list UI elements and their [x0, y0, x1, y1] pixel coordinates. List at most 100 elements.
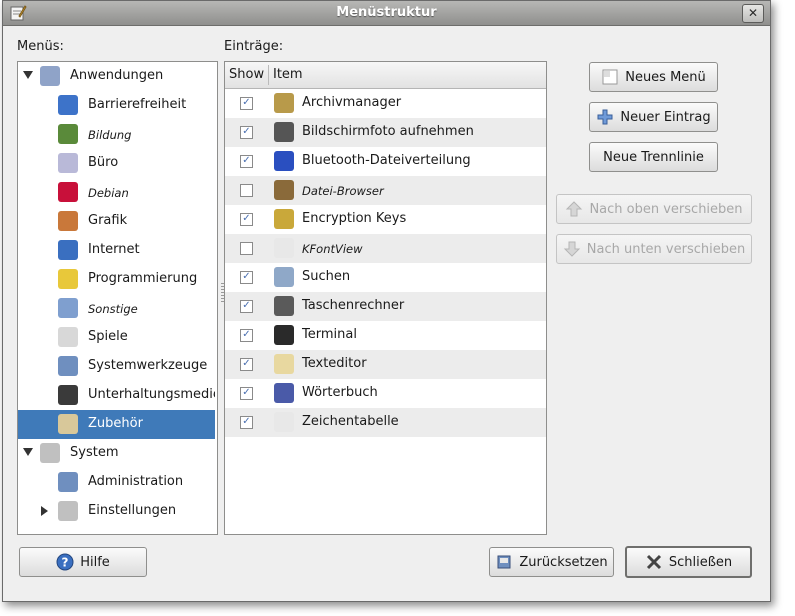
tree-item[interactable]: Internet: [18, 236, 215, 265]
expander-open-icon[interactable]: [23, 448, 33, 456]
file-browser-icon: [274, 180, 294, 200]
tree-item[interactable]: Bildung: [18, 120, 215, 149]
move-up-button[interactable]: Nach oben verschieben: [556, 194, 752, 224]
entry-row[interactable]: ✓ Terminal: [225, 321, 546, 350]
show-checkbox-checked[interactable]: ✓: [240, 300, 253, 313]
tree-item[interactable]: Anwendungen: [18, 62, 215, 91]
entry-row[interactable]: ✓ Taschenrechner: [225, 292, 546, 321]
tree-item-label: Zubehör: [88, 416, 143, 431]
tree-item-label: System: [70, 445, 119, 460]
tree-item[interactable]: Administration: [18, 468, 215, 497]
show-checkbox-unchecked[interactable]: [240, 242, 253, 255]
arrow-down-icon: [563, 240, 581, 258]
entries-label: Einträge:: [224, 39, 284, 54]
tree-item[interactable]: Zubehör: [18, 410, 215, 439]
entry-label: Taschenrechner: [302, 298, 405, 313]
entry-row[interactable]: ✓ Texteditor: [225, 350, 546, 379]
tree-item[interactable]: Barrierefreiheit: [18, 91, 215, 120]
entries-list-header: Show Item: [225, 62, 546, 89]
entry-row[interactable]: ✓ Wörterbuch: [225, 379, 546, 408]
entry-label: Wörterbuch: [302, 385, 378, 400]
tree-item[interactable]: System: [18, 439, 215, 468]
tree-item[interactable]: Spiele: [18, 323, 215, 352]
tree-item-label: Programmierung: [88, 271, 198, 286]
entry-row[interactable]: ✓ Bluetooth-Dateiverteilung: [225, 147, 546, 176]
help-button[interactable]: ? Hilfe: [19, 547, 147, 577]
entry-label: Bluetooth-Dateiverteilung: [302, 153, 471, 168]
tree-item-label: Anwendungen: [70, 68, 164, 83]
tree-item-label: Internet: [88, 242, 140, 257]
education-icon: [58, 124, 78, 144]
window-close-button[interactable]: ✕: [742, 4, 764, 23]
tree-item[interactable]: Büro: [18, 149, 215, 178]
show-checkbox-checked[interactable]: ✓: [240, 126, 253, 139]
new-item-label: Neuer Eintrag: [620, 109, 711, 125]
help-label: Hilfe: [80, 554, 110, 570]
move-down-label: Nach unten verschieben: [586, 241, 746, 257]
show-checkbox-checked[interactable]: ✓: [240, 155, 253, 168]
item-column-header[interactable]: Item: [273, 67, 303, 82]
new-menu-button[interactable]: Neues Menü: [589, 62, 718, 92]
revert-label: Zurücksetzen: [519, 554, 608, 570]
entry-row[interactable]: Datei-Browser: [225, 176, 546, 205]
tree-item[interactable]: Einstellungen: [18, 497, 215, 526]
tree-item[interactable]: Systemwerkzeuge: [18, 352, 215, 381]
text-editor-icon: [274, 354, 294, 374]
calculator-icon: [274, 296, 294, 316]
entry-row[interactable]: ✓ Archivmanager: [225, 89, 546, 118]
internet-icon: [58, 240, 78, 260]
show-checkbox-checked[interactable]: ✓: [240, 387, 253, 400]
show-checkbox-unchecked[interactable]: [240, 184, 253, 197]
character-map-icon: [274, 412, 294, 432]
new-menu-icon: [601, 68, 619, 86]
close-button[interactable]: Schließen: [625, 546, 752, 578]
show-checkbox-checked[interactable]: ✓: [240, 271, 253, 284]
tree-item[interactable]: Grafik: [18, 207, 215, 236]
expander-closed-icon[interactable]: [41, 506, 48, 516]
archive-manager-icon: [274, 93, 294, 113]
show-checkbox-checked[interactable]: ✓: [240, 358, 253, 371]
entry-label: Terminal: [302, 327, 357, 342]
revert-button[interactable]: Zurücksetzen: [489, 547, 614, 577]
entry-row[interactable]: ✓ Zeichentabelle: [225, 408, 546, 437]
show-column-header[interactable]: Show: [229, 67, 264, 82]
entry-row[interactable]: KFontView: [225, 234, 546, 263]
move-up-label: Nach oben verschieben: [589, 201, 743, 217]
office-icon: [58, 153, 78, 173]
entry-label: Encryption Keys: [302, 211, 407, 226]
tree-item[interactable]: Unterhaltungsmedien: [18, 381, 215, 410]
revert-icon: [495, 553, 513, 571]
show-checkbox-checked[interactable]: ✓: [240, 213, 253, 226]
column-separator: [268, 65, 269, 85]
show-checkbox-checked[interactable]: ✓: [240, 416, 253, 429]
tree-item[interactable]: Debian: [18, 178, 215, 207]
accessories-icon: [58, 414, 78, 434]
entry-row[interactable]: ✓ Suchen: [225, 263, 546, 292]
tree-item[interactable]: Programmierung: [18, 265, 215, 294]
tree-item-label: Büro: [88, 155, 119, 170]
new-separator-label: Neue Trennlinie: [603, 149, 704, 165]
new-separator-button[interactable]: Neue Trennlinie: [589, 142, 718, 172]
entry-label: Zeichentabelle: [302, 414, 399, 429]
show-checkbox-checked[interactable]: ✓: [240, 97, 253, 110]
tree-item[interactable]: Sonstige: [18, 294, 215, 323]
other-folder-icon: [58, 298, 78, 318]
entry-row[interactable]: ✓ Encryption Keys: [225, 205, 546, 234]
search-icon: [274, 267, 294, 287]
entry-label: Suchen: [302, 269, 351, 284]
show-checkbox-checked[interactable]: ✓: [240, 329, 253, 342]
menus-label: Menüs:: [17, 39, 64, 54]
expander-open-icon[interactable]: [23, 71, 33, 79]
new-item-button[interactable]: Neuer Eintrag: [589, 102, 718, 132]
tree-item-label: Debian: [88, 186, 129, 200]
entries-list[interactable]: Show Item ✓ Archivmanager ✓ Bildschirmfoto …: [224, 61, 547, 535]
tree-item-label: Bildung: [88, 128, 132, 142]
tree-item-label: Administration: [88, 474, 184, 489]
titlebar[interactable]: Menüstruktur ✕: [3, 1, 770, 26]
menu-tree[interactable]: Anwendungen Barrierefreiheit Bildung Büro De…: [17, 61, 218, 535]
move-down-button[interactable]: Nach unten verschieben: [556, 234, 752, 264]
tree-item-label: Systemwerkzeuge: [88, 358, 208, 373]
entry-row[interactable]: ✓ Bildschirmfoto aufnehmen: [225, 118, 546, 147]
dictionary-icon: [274, 383, 294, 403]
tree-item-label: Unterhaltungsmedien: [88, 387, 215, 402]
